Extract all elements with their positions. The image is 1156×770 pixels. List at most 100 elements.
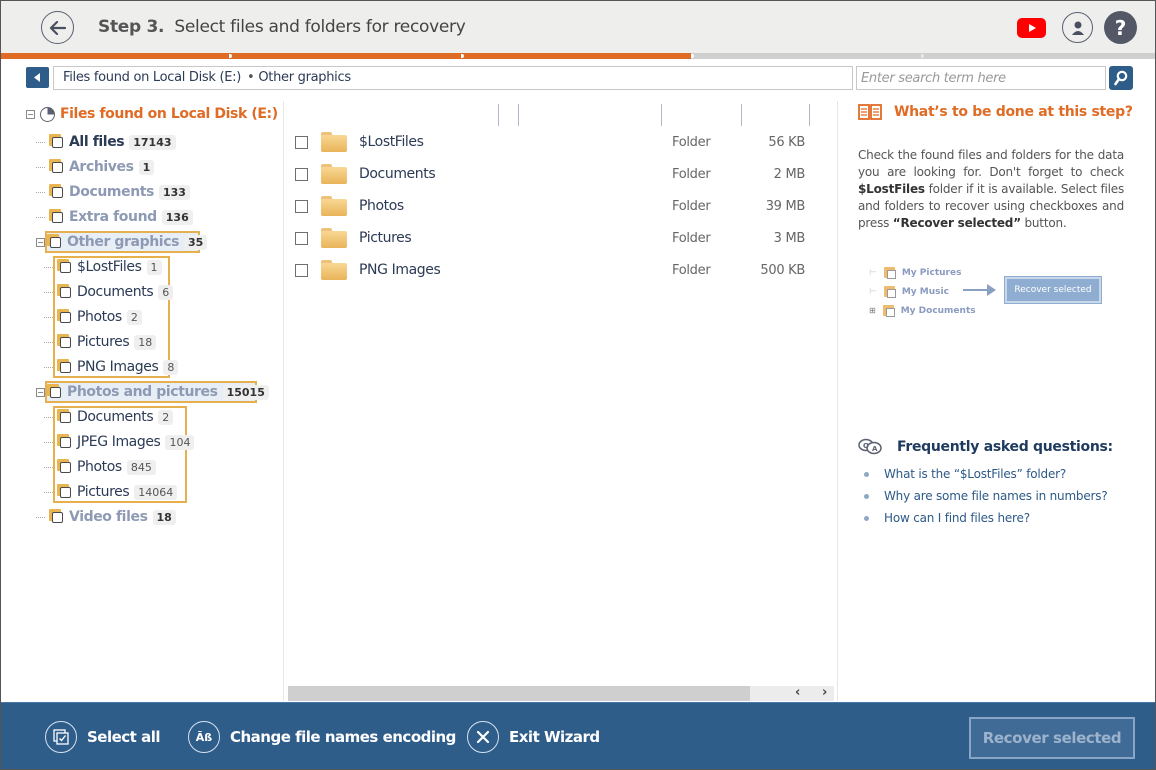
collapse-icon[interactable]: − — [36, 387, 45, 397]
folder-checkbox[interactable] — [57, 309, 73, 325]
folder-checkbox[interactable] — [49, 209, 65, 225]
exit-wizard-button[interactable]: Exit Wizard — [467, 721, 600, 753]
folder-checkbox[interactable] — [57, 434, 73, 450]
back-button[interactable] — [41, 11, 74, 44]
row-checkbox[interactable] — [295, 167, 308, 181]
folder-checkbox[interactable] — [57, 409, 73, 425]
tree-node-label: PNG Images — [77, 359, 159, 375]
checkbox-icon — [60, 362, 71, 373]
bullet-icon — [864, 493, 869, 499]
column-resize-handle[interactable] — [498, 104, 499, 126]
file-name: Pictures — [359, 230, 412, 246]
tree-node[interactable]: Documents 6 — [44, 281, 174, 303]
tree-node[interactable]: − Other graphics 35 — [36, 231, 208, 253]
breadcrumb-root[interactable]: Files found on Local Disk (E:) — [63, 70, 241, 85]
folder-checkbox[interactable] — [49, 134, 65, 150]
youtube-icon[interactable] — [1017, 18, 1046, 38]
step-label: Step 3. — [98, 17, 165, 37]
scroll-right-arrow[interactable]: › — [822, 685, 827, 700]
row-checkbox[interactable] — [295, 263, 308, 277]
folder-checkbox[interactable] — [57, 334, 73, 350]
exit-wizard-label: Exit Wizard — [509, 728, 600, 746]
path-back-button[interactable] — [26, 67, 49, 88]
select-all-button[interactable]: Select all — [45, 721, 160, 753]
collapse-icon[interactable]: − — [36, 237, 45, 247]
search-input[interactable] — [856, 66, 1106, 90]
tree-node-label: Photos and pictures — [67, 384, 218, 400]
help-icon[interactable]: ? — [1104, 11, 1137, 44]
collapse-icon[interactable]: − — [26, 109, 35, 119]
row-checkbox[interactable] — [295, 135, 308, 149]
horizontal-scrollbar[interactable]: ‹ › — [288, 685, 834, 701]
tree-node[interactable]: Video files 18 — [36, 506, 176, 528]
file-row[interactable]: PNG Images Folder 500 KB — [295, 254, 825, 286]
tree-node[interactable]: Pictures 14064 — [44, 481, 178, 503]
scroll-left-arrow[interactable]: ‹ — [795, 685, 800, 700]
file-name: Documents — [359, 166, 436, 182]
column-resize-handle[interactable] — [809, 104, 810, 126]
folder-checkbox[interactable] — [49, 159, 65, 175]
file-type: Folder — [672, 230, 711, 246]
count-badge: 15015 — [222, 384, 269, 400]
folder-checkbox[interactable] — [49, 184, 65, 200]
tree-node[interactable]: Extra found 136 — [36, 206, 193, 228]
tree-node[interactable]: Documents 2 — [44, 406, 174, 428]
count-badge: 136 — [161, 209, 193, 225]
folder-checkbox[interactable] — [57, 459, 73, 475]
file-row[interactable]: Pictures Folder 3 MB — [295, 222, 825, 254]
count-badge: 1 — [138, 159, 155, 175]
faq-link[interactable]: Why are some file names in numbers? — [864, 489, 1108, 503]
folder-check-icon — [883, 267, 896, 279]
folder-checkbox[interactable] — [57, 259, 73, 275]
recover-selected-button[interactable]: Recover selected — [969, 717, 1135, 759]
qa-bubbles-icon: QA — [858, 438, 882, 455]
folder-checkbox[interactable] — [47, 384, 63, 400]
tree-node[interactable]: Pictures 18 — [44, 331, 157, 353]
tree-node[interactable]: All files 17143 — [36, 131, 176, 153]
help-title-text: What’s to be done at this step? — [894, 104, 1133, 120]
folder-checkbox[interactable] — [57, 484, 73, 500]
file-row[interactable]: Photos Folder 39 MB — [295, 190, 825, 222]
count-badge: 18 — [134, 334, 157, 350]
search-button[interactable] — [1109, 66, 1133, 90]
column-resize-handle[interactable] — [518, 104, 519, 126]
folder-checkbox[interactable] — [47, 234, 63, 250]
change-encoding-button[interactable]: Āß Change file names encoding — [188, 721, 456, 753]
file-row[interactable]: Documents Folder 2 MB — [295, 158, 825, 190]
tree-node[interactable]: Photos 2 — [44, 306, 142, 328]
count-badge: 6 — [158, 284, 174, 300]
column-resize-handle[interactable] — [661, 104, 662, 126]
row-checkbox[interactable] — [295, 199, 308, 213]
scrollbar-thumb[interactable] — [288, 686, 750, 701]
folder-icon — [321, 132, 347, 152]
tree-node-label: Pictures — [77, 484, 130, 500]
progress-step-separator — [921, 54, 924, 58]
checkbox-icon — [50, 387, 61, 398]
folder-checkbox[interactable] — [57, 359, 73, 375]
search-icon — [1114, 70, 1128, 86]
panel-divider — [283, 101, 284, 701]
column-resize-handle[interactable] — [741, 104, 742, 126]
tree-node[interactable]: $LostFiles 1 — [44, 256, 162, 278]
faq-link[interactable]: How can I find files here? — [864, 511, 1030, 525]
faq-link[interactable]: What is the “$LostFiles” folder? — [864, 467, 1066, 481]
tree-node[interactable]: Photos 845 — [44, 456, 156, 478]
tree-node-label: Photos — [77, 309, 122, 325]
tree-node[interactable]: Documents 133 — [36, 181, 190, 203]
tree-node[interactable]: − Photos and pictures 15015 — [36, 381, 269, 403]
folder-checkbox[interactable] — [49, 509, 65, 525]
file-row[interactable]: $LostFiles Folder 56 KB — [295, 126, 825, 158]
count-badge: 845 — [126, 459, 156, 475]
tree-node[interactable]: JPEG Images 104 — [44, 431, 195, 453]
tree-connector — [36, 166, 45, 168]
user-account-icon[interactable] — [1062, 12, 1093, 43]
folder-icon — [321, 260, 347, 280]
folder-checkbox[interactable] — [57, 284, 73, 300]
tree-node[interactable]: Archives 1 — [36, 156, 155, 178]
tree-root[interactable]: − Files found on Local Disk (E:) — [26, 106, 278, 122]
file-type: Folder — [672, 262, 711, 278]
tree-node-label: Documents — [77, 284, 154, 300]
tree-node[interactable]: PNG Images 8 — [44, 356, 179, 378]
row-checkbox[interactable] — [295, 231, 308, 245]
path-breadcrumb[interactable]: Files found on Local Disk (E:) • Other gra… — [53, 66, 853, 90]
